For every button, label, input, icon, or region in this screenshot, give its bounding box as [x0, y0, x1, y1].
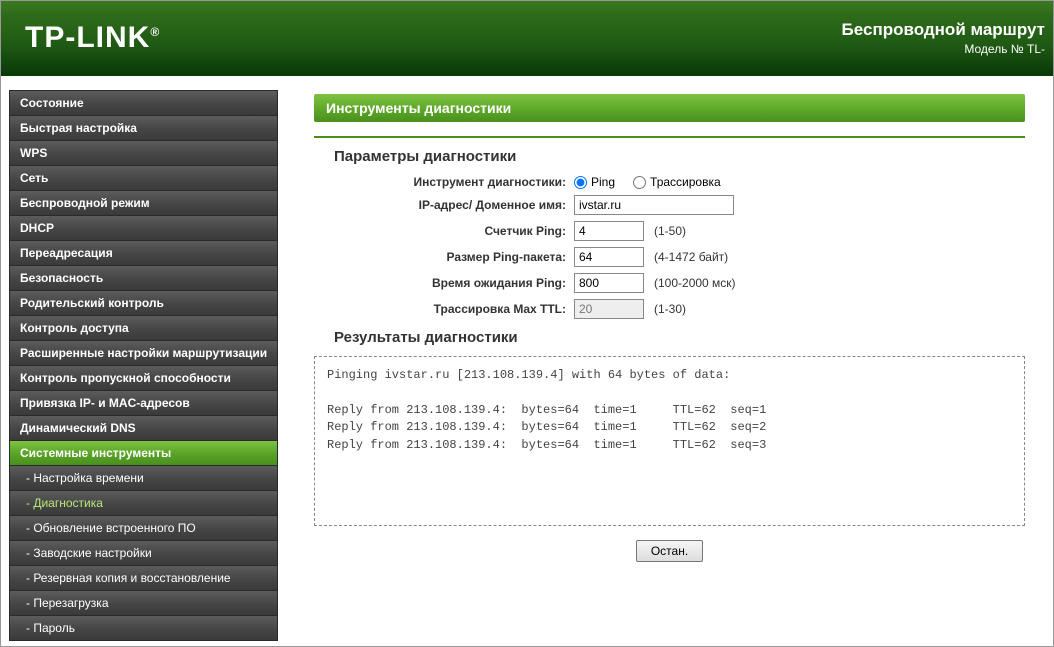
ttl-label: Трассировка Max TTL: [314, 302, 574, 316]
count-label: Счетчик Ping: [314, 224, 574, 238]
count-hint: (1-50) [654, 224, 686, 238]
section-params-heading: Параметры диагностики [334, 148, 1025, 165]
divider [314, 136, 1025, 138]
timeout-hint: (100-2000 мск) [654, 276, 736, 290]
ip-input[interactable] [574, 195, 734, 215]
sidebar-item-8[interactable]: Родительский контроль [9, 290, 278, 315]
tool-label: Инструмент диагностики: [314, 175, 574, 189]
page-title: Инструменты диагностики [314, 94, 1025, 122]
radio-trace-label: Трассировка [650, 175, 721, 189]
header: TP-LINK® Беспроводной маршрут Модель № T… [1, 1, 1053, 76]
timeout-input[interactable] [574, 273, 644, 293]
sidebar-item-16[interactable]: - Диагностика [9, 490, 278, 515]
app-window: TP-LINK® Беспроводной маршрут Модель № T… [0, 0, 1054, 647]
sidebar-item-7[interactable]: Безопасность [9, 265, 278, 290]
size-label: Размер Ping-пакета: [314, 250, 574, 264]
sidebar-item-3[interactable]: Сеть [9, 165, 278, 190]
registered-mark: ® [150, 25, 160, 39]
radio-ping[interactable]: Ping [574, 175, 615, 189]
count-input[interactable] [574, 221, 644, 241]
ttl-input [574, 299, 644, 319]
size-hint: (4-1472 байт) [654, 250, 728, 264]
header-right: Беспроводной маршрут Модель № TL- [842, 20, 1045, 56]
sidebar-item-12[interactable]: Привязка IP- и MAC-адресов [9, 390, 278, 415]
body-wrap: СостояниеБыстрая настройкаWPSСетьБеспров… [1, 76, 1053, 644]
main-content: Инструменты диагностики Параметры диагно… [286, 76, 1053, 644]
radio-ping-input[interactable] [574, 176, 587, 189]
sidebar-item-11[interactable]: Контроль пропускной способности [9, 365, 278, 390]
sidebar-item-17[interactable]: - Обновление встроенного ПО [9, 515, 278, 540]
sidebar-item-10[interactable]: Расширенные настройки маршрутизации [9, 340, 278, 365]
sidebar-item-2[interactable]: WPS [9, 140, 278, 165]
section-results-heading: Результаты диагностики [334, 329, 1025, 346]
sidebar-item-1[interactable]: Быстрая настройка [9, 115, 278, 140]
sidebar-item-13[interactable]: Динамический DNS [9, 415, 278, 440]
sidebar-item-18[interactable]: - Заводские настройки [9, 540, 278, 565]
sidebar-item-21[interactable]: - Пароль [9, 615, 278, 641]
sidebar-item-15[interactable]: - Настройка времени [9, 465, 278, 490]
sidebar-item-0[interactable]: Состояние [9, 90, 278, 115]
stop-button[interactable]: Остан. [636, 540, 703, 562]
results-output: Pinging ivstar.ru [213.108.139.4] with 6… [314, 356, 1025, 526]
brand-logo: TP-LINK® [25, 21, 160, 55]
brand-text: TP-LINK [25, 21, 150, 54]
product-model: Модель № TL- [842, 42, 1045, 56]
radio-trace[interactable]: Трассировка [633, 175, 721, 189]
sidebar-item-19[interactable]: - Резервная копия и восстановление [9, 565, 278, 590]
radio-trace-input[interactable] [633, 176, 646, 189]
sidebar-item-9[interactable]: Контроль доступа [9, 315, 278, 340]
size-input[interactable] [574, 247, 644, 267]
sidebar-item-20[interactable]: - Перезагрузка [9, 590, 278, 615]
product-title: Беспроводной маршрут [842, 20, 1045, 40]
sidebar-item-14[interactable]: Системные инструменты [9, 440, 278, 465]
sidebar-item-5[interactable]: DHCP [9, 215, 278, 240]
sidebar-item-4[interactable]: Беспроводной режим [9, 190, 278, 215]
ttl-hint: (1-30) [654, 302, 686, 316]
sidebar: СостояниеБыстрая настройкаWPSСетьБеспров… [1, 76, 286, 644]
timeout-label: Время ожидания Ping: [314, 276, 574, 290]
radio-ping-label: Ping [591, 175, 615, 189]
sidebar-item-6[interactable]: Переадресация [9, 240, 278, 265]
ip-label: IP-адрес/ Доменное имя: [314, 198, 574, 212]
